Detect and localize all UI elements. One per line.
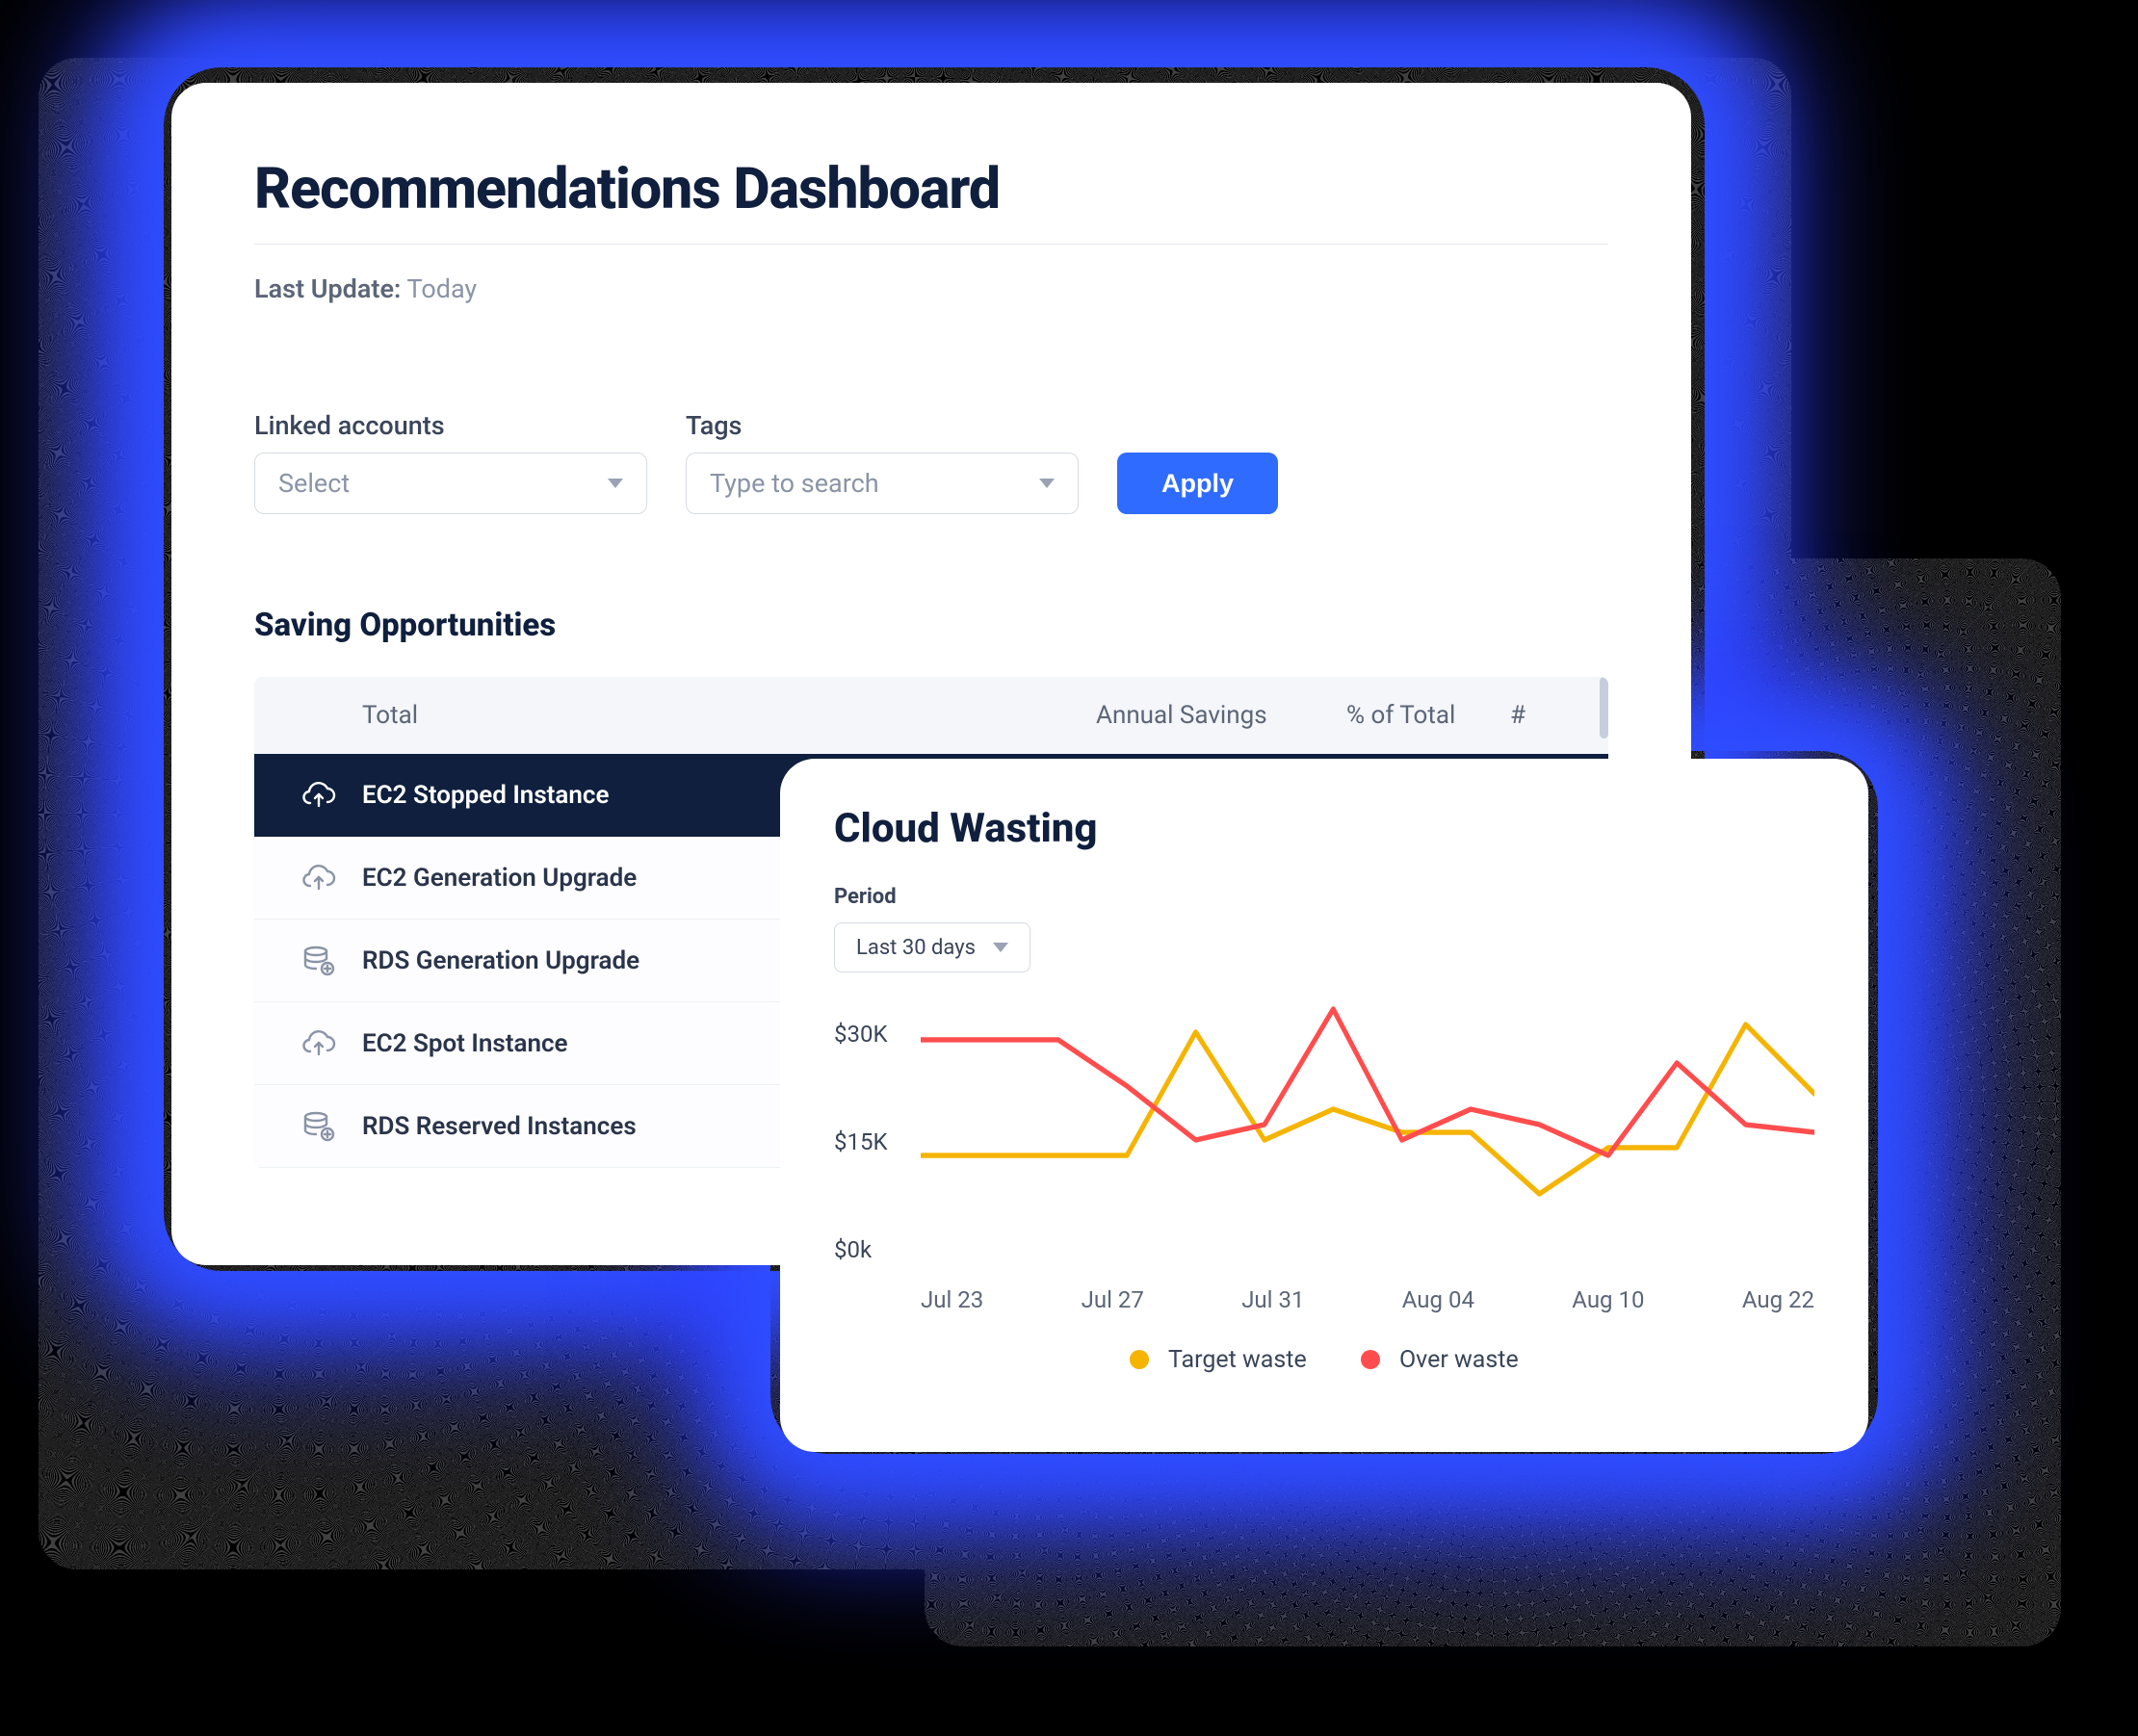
- section-title: Saving Opportunities: [254, 607, 1608, 644]
- tags-field: Tags Type to search: [686, 410, 1079, 514]
- field-label: Linked accounts: [254, 410, 647, 441]
- chart-series-line: [921, 1009, 1814, 1155]
- x-tick: Jul 27: [1082, 1286, 1144, 1313]
- scrollbar-thumb[interactable]: [1600, 677, 1608, 738]
- y-tick: $30K: [834, 1021, 888, 1048]
- database-plus-icon: [275, 946, 362, 976]
- y-tick: $15K: [834, 1128, 888, 1155]
- cloud-upload-icon: [275, 864, 362, 893]
- period-label: Period: [834, 885, 1814, 909]
- x-tick: Aug 22: [1742, 1286, 1814, 1313]
- linked-accounts-select[interactable]: Select: [254, 453, 647, 514]
- chart-plot: $30K $15K $0k: [834, 1001, 1814, 1271]
- x-tick: Jul 31: [1241, 1286, 1304, 1313]
- database-plus-icon: [275, 1111, 362, 1142]
- col-count: #: [1510, 701, 1587, 730]
- apply-button[interactable]: Apply: [1117, 453, 1278, 514]
- x-tick: Jul 23: [921, 1286, 983, 1313]
- page-title: Recommendations Dashboard: [254, 156, 1608, 222]
- col-pct: % of Total: [1346, 701, 1510, 730]
- cloud-wasting-card: Cloud Wasting Period Last 30 days $30K $…: [780, 759, 1868, 1452]
- chevron-down-icon: [608, 479, 623, 488]
- chevron-down-icon: [993, 943, 1008, 952]
- linked-accounts-field: Linked accounts Select: [254, 410, 647, 514]
- line-chart-svg: [921, 1001, 1814, 1271]
- filter-bar: Linked accounts Select Tags Type to sear…: [254, 410, 1608, 514]
- chart-legend: Target waste Over waste: [834, 1346, 1814, 1374]
- legend-swatch-icon: [1361, 1350, 1380, 1369]
- period-select[interactable]: Last 30 days: [834, 922, 1030, 972]
- cloud-upload-icon: [275, 1029, 362, 1058]
- legend-item: Target waste: [1130, 1346, 1307, 1374]
- x-tick: Aug 10: [1572, 1286, 1644, 1313]
- chart-title: Cloud Wasting: [834, 805, 1814, 852]
- y-tick: $0k: [834, 1236, 872, 1263]
- cloud-upload-icon: [275, 781, 362, 810]
- col-annual: Annual Savings: [1096, 701, 1346, 730]
- chart-series-line: [921, 1024, 1814, 1194]
- x-tick: Aug 04: [1402, 1286, 1474, 1313]
- divider: [254, 244, 1608, 245]
- tags-select[interactable]: Type to search: [686, 453, 1079, 514]
- x-axis: Jul 23 Jul 27 Jul 31 Aug 04 Aug 10 Aug 2…: [834, 1286, 1814, 1313]
- table-header: Total Annual Savings % of Total #: [254, 677, 1608, 754]
- col-total: Total: [362, 701, 1096, 730]
- last-update: Last Update: Today: [254, 273, 1608, 304]
- chevron-down-icon: [1039, 479, 1055, 488]
- legend-swatch-icon: [1130, 1350, 1149, 1369]
- field-label: Tags: [686, 410, 1079, 441]
- legend-item: Over waste: [1361, 1346, 1519, 1374]
